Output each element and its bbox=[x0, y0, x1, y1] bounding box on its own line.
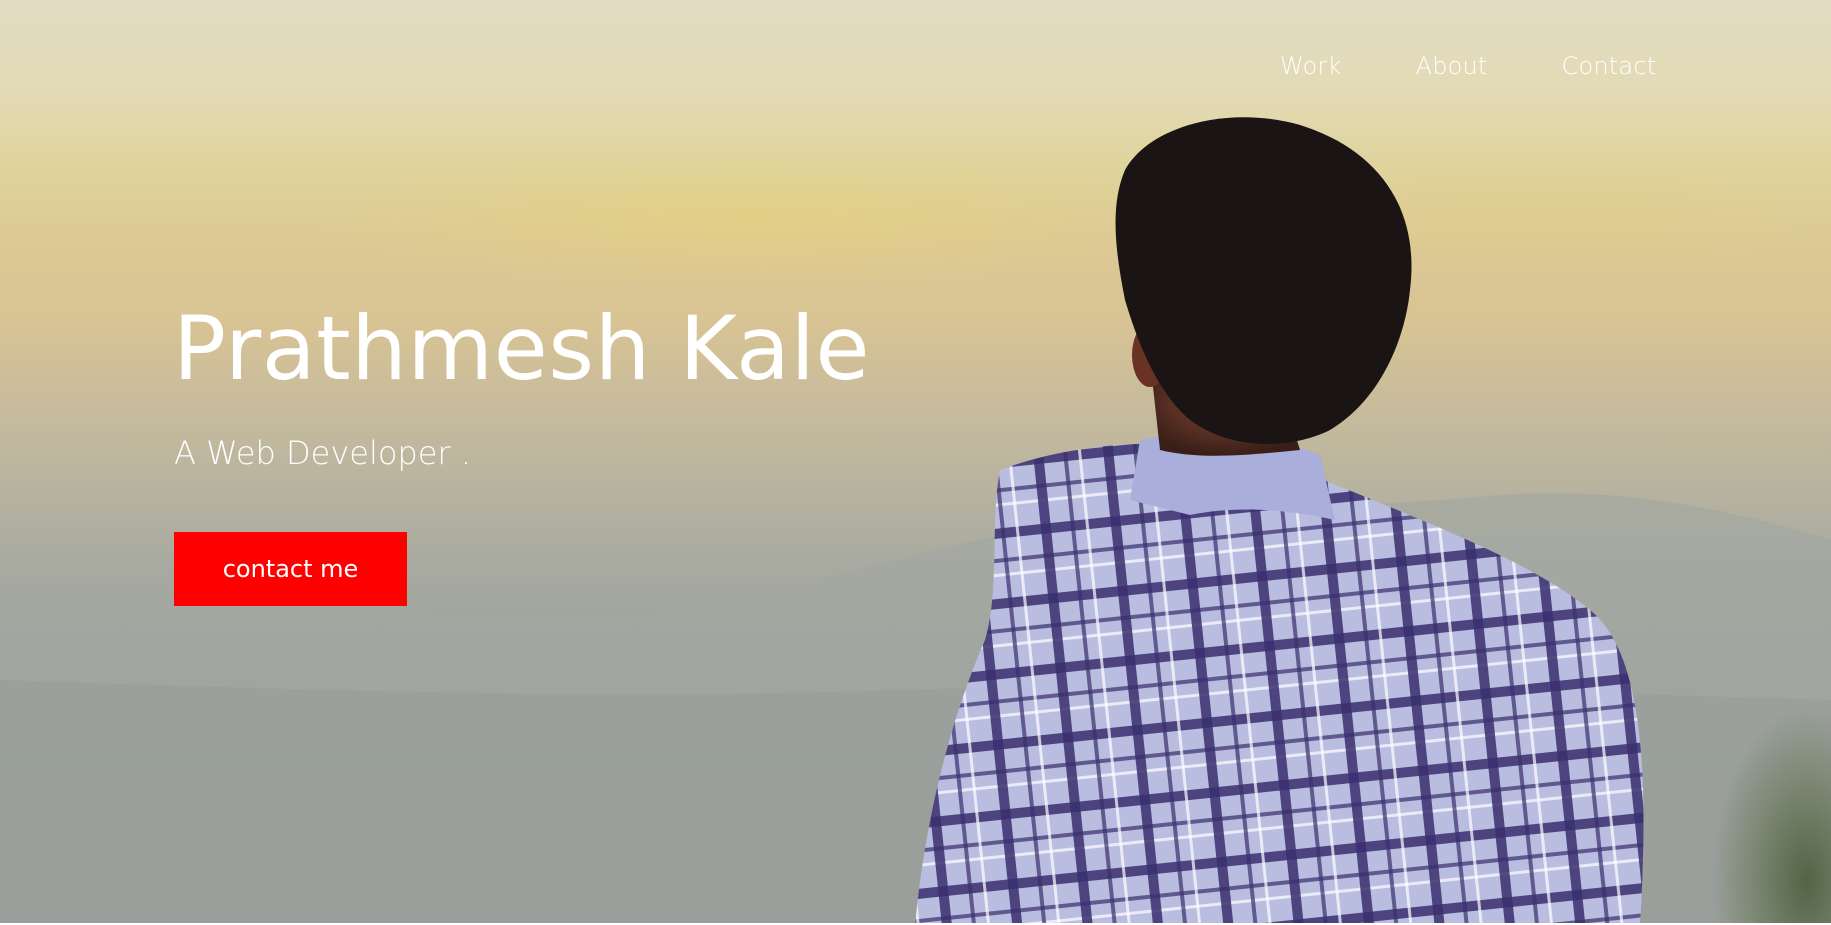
hero-section: Work About Contact Prathmesh Kale A Web … bbox=[0, 0, 1831, 925]
nav-link-contact[interactable]: Contact bbox=[1562, 52, 1657, 80]
nav-link-about[interactable]: About bbox=[1416, 52, 1488, 80]
foliage bbox=[1711, 705, 1831, 925]
hero-subtitle: A Web Developer . bbox=[174, 434, 471, 472]
contact-me-button[interactable]: contact me bbox=[174, 532, 407, 606]
hero-name: Prathmesh Kale bbox=[173, 297, 871, 400]
main-nav: Work About Contact bbox=[1280, 52, 1656, 80]
nav-link-work[interactable]: Work bbox=[1280, 52, 1342, 80]
